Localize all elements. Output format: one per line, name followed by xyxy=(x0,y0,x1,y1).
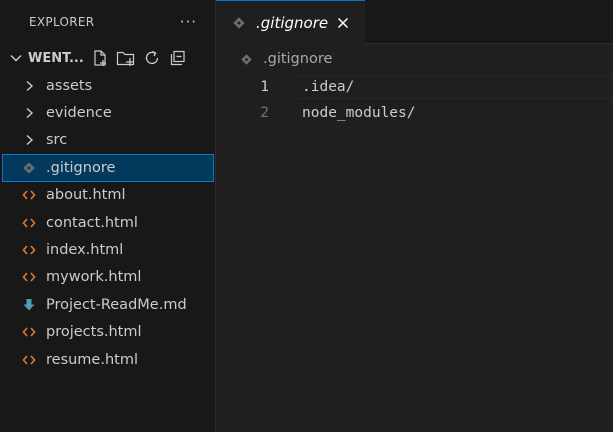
chevron-right-icon xyxy=(22,77,42,95)
line-text: .idea/ xyxy=(302,79,355,95)
tree-item-label: mywork.html xyxy=(46,269,142,286)
markdown-download-icon xyxy=(22,296,42,314)
html-code-icon xyxy=(22,214,42,232)
new-file-icon[interactable] xyxy=(90,48,110,68)
section-actions xyxy=(90,48,188,68)
file-tree: assets evidence src .gitignore about.htm… xyxy=(0,72,215,373)
tree-item-label: Project-ReadMe.md xyxy=(46,296,187,313)
tree-file-resume[interactable]: resume.html xyxy=(0,346,215,373)
vscode-window: EXPLORER ··· WENT... assets evidence src… xyxy=(0,0,613,432)
more-actions-button[interactable]: ··· xyxy=(180,13,197,31)
explorer-title: EXPLORER xyxy=(29,15,95,29)
html-code-icon xyxy=(22,268,42,286)
chevron-down-icon xyxy=(8,50,24,66)
code-line: 1 .idea/ xyxy=(216,74,613,100)
tree-file-projects[interactable]: projects.html xyxy=(0,319,215,346)
chevron-right-icon xyxy=(22,131,42,149)
tree-item-label: resume.html xyxy=(46,351,138,368)
close-icon[interactable] xyxy=(335,15,351,31)
new-folder-icon[interactable] xyxy=(116,48,136,68)
tree-file-contact[interactable]: contact.html xyxy=(0,209,215,236)
line-text: node_modules/ xyxy=(302,105,416,121)
workspace-section-header[interactable]: WENT... xyxy=(0,44,215,72)
tree-file-readme[interactable]: Project-ReadMe.md xyxy=(0,291,215,318)
tree-item-label: .gitignore xyxy=(46,159,116,176)
html-code-icon xyxy=(22,351,42,369)
html-code-icon xyxy=(22,323,42,341)
git-diamond-icon xyxy=(22,159,42,177)
tree-file-about[interactable]: about.html xyxy=(0,182,215,209)
html-code-icon xyxy=(22,186,42,204)
tree-file-gitignore[interactable]: .gitignore xyxy=(2,154,214,182)
tree-folder-assets[interactable]: assets xyxy=(0,72,215,99)
tab-gitignore[interactable]: .gitignore xyxy=(216,0,365,44)
html-code-icon xyxy=(22,241,42,259)
chevron-right-icon xyxy=(22,104,42,122)
tab-label: .gitignore xyxy=(256,13,329,32)
line-number: 2 xyxy=(260,105,269,121)
editor-area: .gitignore .gitignore 1 .idea/ 2 node_mo… xyxy=(216,0,613,432)
tree-item-label: contact.html xyxy=(46,214,138,231)
line-number: 1 xyxy=(260,79,269,95)
breadcrumb: .gitignore xyxy=(216,44,613,74)
tree-folder-evidence[interactable]: evidence xyxy=(0,99,215,126)
explorer-sidebar: EXPLORER ··· WENT... assets evidence src… xyxy=(0,0,216,432)
tree-item-label: assets xyxy=(46,77,93,94)
git-diamond-icon xyxy=(232,16,246,30)
tree-item-label: about.html xyxy=(46,187,126,204)
tree-file-mywork[interactable]: mywork.html xyxy=(0,264,215,291)
tab-bar: .gitignore xyxy=(216,0,613,44)
refresh-icon[interactable] xyxy=(142,48,162,68)
tree-item-label: projects.html xyxy=(46,324,142,341)
workspace-title: WENT... xyxy=(28,50,84,66)
explorer-header: EXPLORER ··· xyxy=(0,0,215,44)
tree-item-label: src xyxy=(46,132,68,149)
breadcrumb-item[interactable]: .gitignore xyxy=(263,51,332,67)
code-editor[interactable]: 1 .idea/ 2 node_modules/ xyxy=(216,74,613,126)
tree-item-label: index.html xyxy=(46,242,124,259)
tree-file-index[interactable]: index.html xyxy=(0,236,215,263)
tree-item-label: evidence xyxy=(46,105,112,122)
code-line: 2 node_modules/ xyxy=(216,100,613,126)
git-diamond-icon xyxy=(240,53,253,66)
tree-folder-src[interactable]: src xyxy=(0,127,215,154)
collapse-all-icon[interactable] xyxy=(168,48,188,68)
